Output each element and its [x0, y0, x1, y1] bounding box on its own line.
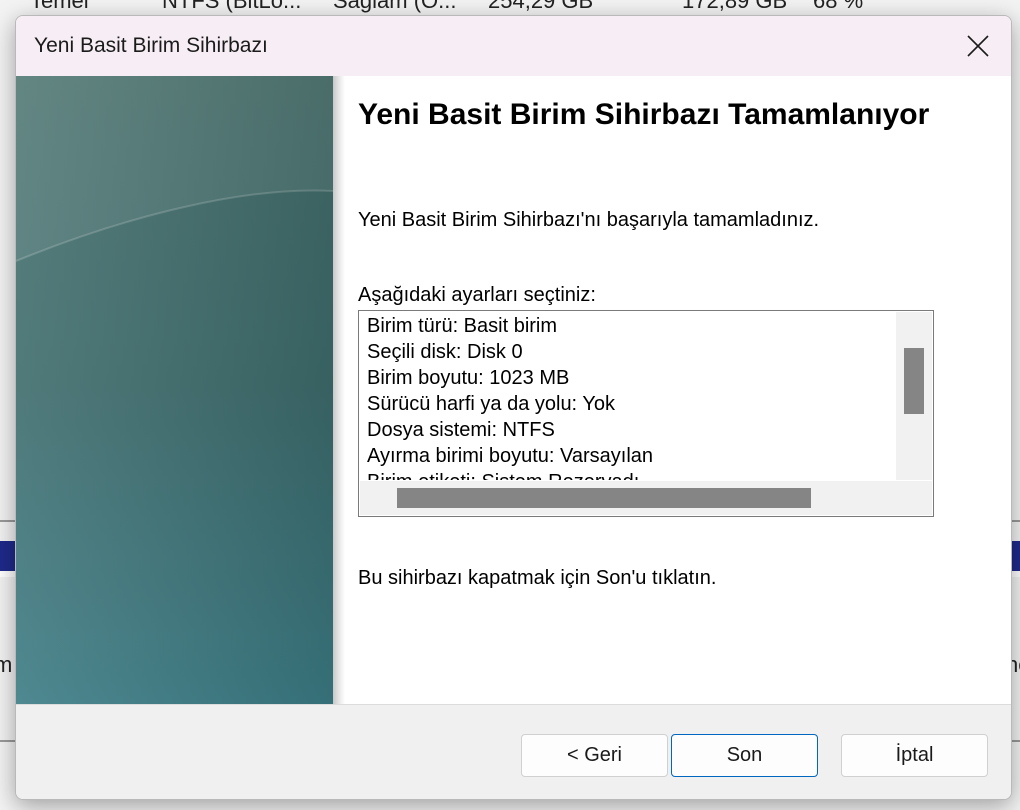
wizard-content: Yeni Basit Birim Sihirbazı Tamamlanıyor … [358, 76, 998, 704]
settings-list-item: Birim etiketi: Sistem Rezervadı [367, 471, 639, 480]
settings-list: Birim türü: Basit birim Seçili disk: Dis… [360, 312, 896, 480]
horizontal-scrollbar[interactable] [360, 481, 896, 515]
window-title: Yeni Basit Birim Sihirbazı [34, 34, 268, 57]
settings-list-item: Birim türü: Basit birim [367, 315, 558, 337]
background-cell: 68 % [813, 0, 864, 13]
vertical-scrollbar[interactable] [896, 312, 932, 480]
settings-list-item: Ayırma birimi boyutu: Varsayılan [367, 445, 654, 467]
close-button[interactable] [945, 16, 1011, 76]
button-bar: < Geri Son İptal [16, 704, 1011, 799]
settings-label: Aşağıdaki ayarları seçtiniz: [358, 284, 596, 306]
vertical-scroll-thumb[interactable] [904, 348, 924, 414]
success-message: Yeni Basit Birim Sihirbazı'nı başarıyla … [358, 209, 820, 231]
background-edge-text: m [0, 652, 13, 677]
settings-list-item: Dosya sistemi: NTFS [367, 419, 555, 441]
background-cell: NTFS (BitLo... [162, 0, 302, 13]
horizontal-scroll-thumb[interactable] [397, 488, 811, 508]
settings-list-item: Birim boyutu: 1023 MB [367, 367, 570, 389]
settings-list-item: Sürücü harfi ya da yolu: Yok [367, 393, 615, 415]
settings-summary-box[interactable]: Birim türü: Basit birim Seçili disk: Dis… [358, 310, 934, 517]
background-cell: 172,89 GB [682, 0, 788, 13]
back-button[interactable]: < Geri [521, 734, 668, 777]
cancel-button[interactable]: İptal [841, 734, 988, 777]
title-bar: Yeni Basit Birim Sihirbazı [16, 16, 1011, 76]
background-volume-row: Temel NTFS (BitLo... Sağlam (O... 254,29… [0, 0, 1020, 14]
wizard-banner-image [16, 76, 333, 704]
finish-instruction: Bu sihirbazı kapatmak için Son'u tıklatı… [358, 567, 717, 589]
wizard-dialog: Yeni Basit Birim Sihirbazı Yeni Basit Bi… [15, 15, 1012, 800]
finish-button[interactable]: Son [671, 734, 818, 777]
page-heading: Yeni Basit Birim Sihirbazı Tamamlanıyor [358, 98, 930, 131]
background-cell: Sağlam (O... [333, 0, 457, 13]
settings-list-item: Seçili disk: Disk 0 [367, 341, 523, 363]
close-icon [967, 35, 989, 57]
scrollbar-corner [896, 481, 932, 515]
background-cell: 254,29 GB [488, 0, 594, 13]
banner-divider [333, 76, 345, 704]
background-cell: Temel [30, 0, 89, 13]
